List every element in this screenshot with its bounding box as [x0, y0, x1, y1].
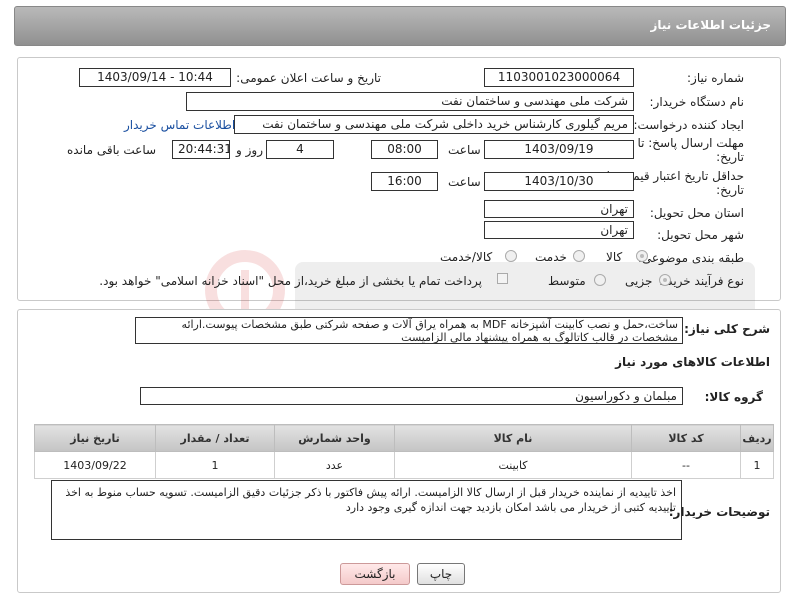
table-row: 1 -- کابینت عدد 1 1403/09/22 [34, 451, 774, 479]
remaining-label: ساعت باقی مانده [67, 143, 157, 157]
deadline-time-field: 08:00 [371, 140, 438, 159]
cell-row-number: 1 [740, 451, 774, 479]
deadline-time-label: ساعت [448, 143, 481, 157]
city-label: شهر محل تحویل: [657, 228, 744, 242]
goods-group-field: مبلمان و دکوراسیون [140, 387, 683, 405]
days-remaining-field: 4 [266, 140, 334, 159]
cell-item-name: کابینت [394, 451, 632, 479]
need-number-label: شماره نیاز: [687, 71, 744, 85]
need-number-field: 1103001023000064 [484, 68, 634, 87]
buyer-label: نام دستگاه خریدار: [649, 95, 745, 109]
category-service-radio[interactable] [573, 250, 585, 262]
header-item-name: نام کالا [394, 424, 632, 452]
deadline-date-field: 1403/09/19 [484, 140, 634, 159]
announce-datetime-field: 1403/09/14 - 10:44 [79, 68, 231, 87]
treasury-payment-text: پرداخت تمام یا بخشی از مبلغ خرید،از محل … [99, 274, 482, 288]
category-goods-service-radio[interactable] [505, 250, 517, 262]
header-row-number: ردیف [740, 424, 774, 452]
header-need-date: تاریخ نیاز [34, 424, 156, 452]
items-table: ردیف کد کالا نام کالا واحد شمارش تعداد /… [34, 424, 774, 479]
cell-unit: عدد [274, 451, 395, 479]
cell-item-code: -- [631, 451, 741, 479]
summary-label: شرح کلی نیاز: [684, 322, 770, 336]
category-goods-service-label: کالا/خدمت [440, 250, 493, 264]
header-item-code: کد کالا [631, 424, 741, 452]
category-label: طبقه بندی موضوعی: [637, 251, 744, 265]
cell-need-date: 1403/09/22 [34, 451, 156, 479]
header-unit: واحد شمارش [274, 424, 395, 452]
category-goods-label: کالا [606, 250, 623, 264]
process-medium-label: متوسط [548, 274, 586, 288]
header-quantity: تعداد / مقدار [155, 424, 275, 452]
page-header: جزئیات اطلاعات نیاز [14, 6, 786, 46]
goods-info-title: اطلاعات کالاهای مورد نیاز [615, 355, 770, 369]
buyer-contact-link[interactable]: اطلاعات تماس خریدار [124, 118, 235, 132]
treasury-checkbox[interactable] [497, 273, 508, 284]
goods-group-label: گروه کالا: [704, 390, 763, 404]
deadline-label: مهلت ارسال پاسخ: تا [637, 136, 744, 150]
buyer-notes-box: اخذ تاییدیه از نماینده خریدار قبل از ارس… [51, 480, 682, 540]
province-label: استان محل تحویل: [649, 206, 744, 220]
announce-label: تاریخ و ساعت اعلان عمومی: [236, 71, 381, 85]
process-minor-radio[interactable] [659, 274, 671, 286]
page-title: جزئیات اطلاعات نیاز [650, 18, 771, 32]
creator-label: ایجاد کننده درخواست: [633, 118, 744, 132]
validity-time-label: ساعت [448, 175, 481, 189]
process-medium-radio[interactable] [594, 274, 606, 286]
process-label: نوع فرآیند خرید : [659, 274, 744, 288]
validity-date-field: 1403/10/30 [484, 172, 634, 191]
category-service-label: خدمت [535, 250, 567, 264]
buyer-notes-label: توضیحات خریدار: [668, 505, 770, 519]
province-field: تهران [484, 200, 634, 218]
buyer-field: شرکت ملی مهندسی و ساختمان نفت [186, 92, 634, 111]
category-goods-radio[interactable] [636, 250, 648, 262]
creator-field: مریم گیلوری کارشناس خرید داخلی شرکت ملی … [234, 115, 634, 134]
city-field: تهران [484, 221, 634, 239]
deadline-label-date: تاریخ: [716, 150, 744, 164]
back-button[interactable]: بازگشت [340, 563, 410, 585]
validity-time-field: 16:00 [371, 172, 438, 191]
remaining-time-field: 20:44:31 [172, 140, 230, 159]
process-minor-label: جزیی [625, 274, 653, 288]
cell-quantity: 1 [155, 451, 275, 479]
summary-box: ساخت،حمل و نصب کابینت آشپزخانه MDF به هم… [135, 317, 683, 344]
validity-label-date: تاریخ: [716, 183, 744, 197]
days-label: روز و [236, 143, 263, 157]
print-button[interactable]: چاپ [417, 563, 465, 585]
